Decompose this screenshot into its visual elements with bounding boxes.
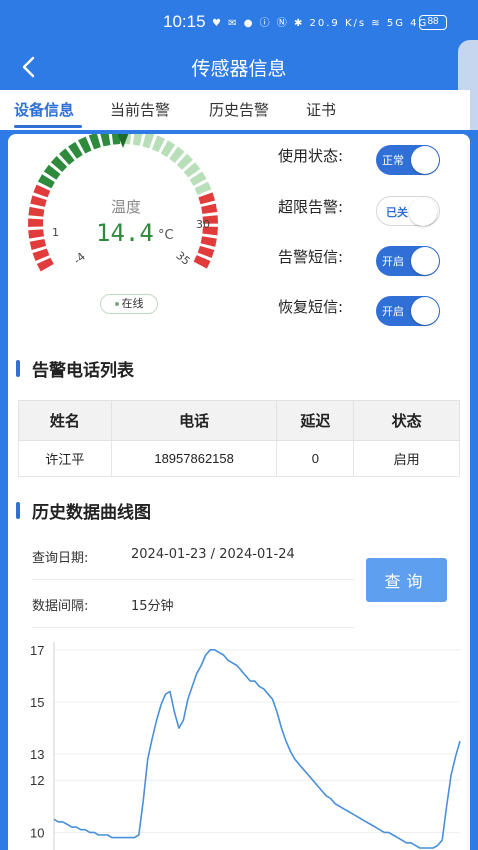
col-status-header: 状态: [353, 400, 460, 441]
gauge-segment: [201, 203, 218, 214]
overlimit-alarm-switch[interactable]: 已关: [376, 196, 440, 226]
switch-knob: [409, 198, 437, 226]
chart-y-tick-label: 10: [30, 825, 44, 840]
gauge-segment: [36, 257, 54, 272]
gauge-segment: [28, 229, 44, 239]
chart-y-tick-label: 13: [30, 747, 44, 762]
tab-current-alarms[interactable]: 当前告警: [110, 99, 170, 120]
alarm-phone-table: 姓名 电话 延迟 状态 许江平 18957862158 0 启用: [18, 400, 460, 477]
tab-certificate[interactable]: 证书: [306, 99, 336, 120]
status-icons: ♥ ✉ ● ⓘ Ⓝ ✱ 20.9 K/s ≋ 5G 4G: [212, 18, 429, 29]
tab-device-info[interactable]: 设备信息: [14, 99, 74, 120]
chart-y-tick-label: 12: [30, 773, 44, 788]
gauge-unit: °C: [158, 228, 174, 243]
history-line-chart: 17 15 13 12 10: [30, 642, 461, 850]
cell-status: 启用: [353, 440, 460, 477]
gauge-segment: [142, 134, 155, 149]
switch-knob: [411, 247, 439, 275]
section-accent-bar: [16, 502, 20, 519]
tab-bar: 设备信息 当前告警 历史告警 证书: [0, 90, 470, 130]
online-dot-icon: [114, 302, 119, 306]
recovery-sms-switch[interactable]: 开启: [376, 296, 440, 326]
gauge-tick-30: 30: [196, 218, 210, 231]
gauge-segment: [132, 134, 143, 146]
tab-history-alarms[interactable]: 历史告警: [209, 99, 269, 120]
alarm-sms-text: 开启: [382, 255, 404, 268]
online-status-badge: 在线: [100, 294, 158, 314]
query-date-value[interactable]: 2024-01-23 / 2024-01-24: [131, 547, 295, 562]
alarm-sms-label: 告警短信:: [278, 248, 344, 266]
gauge-segment: [30, 195, 47, 207]
cell-delay: 0: [276, 440, 355, 477]
online-status-label: 在线: [121, 297, 144, 310]
col-delay-header: 延迟: [276, 400, 355, 441]
cell-phone: 18957862158: [110, 440, 278, 477]
gauge-value: 14.4: [96, 219, 154, 247]
recovery-sms-text: 开启: [382, 305, 404, 318]
gauge-segment: [193, 255, 211, 269]
col-name-header: 姓名: [18, 400, 112, 441]
battery-icon: 88: [419, 15, 447, 30]
usage-status-switch[interactable]: 正常: [376, 145, 440, 175]
status-bar: 10:15 ♥ ✉ ● ⓘ Ⓝ ✱ 20.9 K/s ≋ 5G 4G 88: [0, 0, 478, 44]
chart-series-line: [53, 649, 461, 849]
gauge-segment: [33, 184, 51, 198]
query-button[interactable]: 查询: [366, 558, 447, 602]
gauge-segment: [197, 245, 215, 258]
divider: [32, 579, 354, 580]
switch-knob: [411, 146, 439, 174]
gauge-label: 温度: [111, 198, 142, 216]
gauge-segment: [32, 248, 50, 262]
table-header-row: 姓名 电话 延迟 状态: [18, 400, 460, 441]
device-info-panel: 温度 14.4 °C 1 -4 30 35 在线 使用状态: 正常 超限告警: …: [8, 134, 470, 850]
overlimit-alarm-text: 已关: [386, 206, 408, 219]
history-title-text: 历史数据曲线图: [32, 503, 151, 523]
overlimit-alarm-label: 超限告警:: [278, 198, 344, 216]
gauge-segment: [28, 206, 45, 217]
usage-status-label: 使用状态:: [278, 147, 344, 165]
switch-knob: [411, 297, 439, 325]
gauge-tick-1: 1: [52, 226, 59, 239]
gauge-segment: [29, 238, 47, 250]
data-interval-value[interactable]: 15分钟: [131, 595, 174, 614]
divider: [32, 627, 354, 628]
gauge-segment: [198, 192, 216, 205]
alarm-sms-switch[interactable]: 开启: [376, 246, 440, 276]
chart-y-tick-label: 17: [30, 643, 44, 658]
query-date-label: 查询日期:: [32, 551, 89, 566]
nav-bar: 传感器信息: [0, 44, 478, 90]
usage-status-text: 正常: [382, 154, 404, 167]
gauge-segment: [88, 134, 101, 150]
gauge-segment: [100, 134, 111, 147]
tab-active-indicator: [14, 125, 82, 128]
chart-y-tick-label: 15: [30, 695, 44, 710]
col-phone-header: 电话: [110, 400, 278, 441]
gauge-segment: [200, 236, 217, 247]
data-interval-label: 数据间隔:: [32, 599, 89, 614]
phone-list-title-text: 告警电话列表: [32, 361, 134, 381]
history-section-title: 历史数据曲线图: [16, 498, 151, 523]
section-accent-bar: [16, 360, 20, 377]
cell-name: 许江平: [18, 440, 112, 477]
recovery-sms-label: 恢复短信:: [278, 298, 344, 316]
status-time: 10:15: [163, 12, 206, 31]
phone-list-section-title: 告警电话列表: [16, 356, 134, 381]
page-title: 传感器信息: [191, 58, 287, 80]
table-row[interactable]: 许江平 18957862158 0 启用: [18, 440, 460, 477]
gauge-segment: [28, 218, 44, 227]
